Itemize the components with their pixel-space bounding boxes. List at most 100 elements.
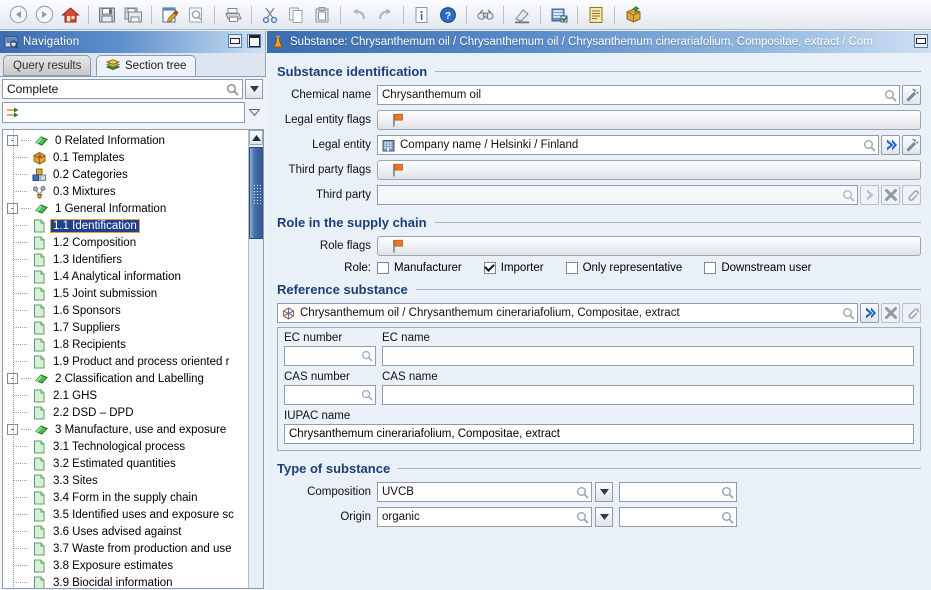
origin-dropdown-button[interactable]: [595, 507, 613, 527]
tree-item[interactable]: 0.3 Mixtures: [3, 183, 250, 200]
search-icon[interactable]: [884, 89, 897, 102]
tree-search-expand-button[interactable]: [245, 102, 263, 123]
legal-entity-flags-field[interactable]: [377, 110, 921, 130]
tree-item[interactable]: 3.4 Form in the supply chain: [3, 489, 250, 506]
search-icon[interactable]: [361, 350, 373, 362]
checkbox-manufacturer[interactable]: Manufacturer: [377, 262, 462, 274]
tree-item[interactable]: 3.9 Biocidal information: [3, 574, 250, 588]
tree-item[interactable]: 3.1 Technological process: [3, 438, 250, 455]
database-icon[interactable]: [546, 3, 572, 27]
legal-entity-input[interactable]: Company name / Helsinki / Finland: [377, 135, 879, 155]
flag-icon[interactable]: [392, 239, 405, 253]
tree-item[interactable]: 1.2 Composition: [3, 234, 250, 251]
tree-item[interactable]: 1.8 Recipients: [3, 336, 250, 353]
tree-item[interactable]: 1.7 Suppliers: [3, 319, 250, 336]
flag-icon[interactable]: [392, 163, 405, 177]
section-tree[interactable]: -0 Related Information 0.1 Templates 0.2 C…: [3, 130, 250, 588]
tree-item[interactable]: 1.4 Analytical information: [3, 268, 250, 285]
origin-secondary-input[interactable]: [619, 507, 737, 527]
tree-item[interactable]: 2.1 GHS: [3, 387, 250, 404]
save-icon[interactable]: [94, 3, 120, 27]
ink-icon[interactable]: [509, 3, 535, 27]
tree-item[interactable]: -2 Classification and Labelling: [3, 370, 250, 387]
cas-number-input[interactable]: [284, 385, 376, 405]
tree-item[interactable]: 3.6 Uses advised against: [3, 523, 250, 540]
search-icon[interactable]: [361, 389, 373, 401]
checkbox-only-representative-box[interactable]: [565, 262, 578, 274]
third-party-open-button[interactable]: [860, 185, 879, 205]
checkbox-downstream-user[interactable]: Downstream user: [704, 262, 811, 274]
composition-secondary-input[interactable]: [619, 482, 737, 502]
report-icon[interactable]: [583, 3, 609, 27]
checkbox-importer[interactable]: Importer: [483, 262, 544, 274]
minimize-button[interactable]: [228, 34, 242, 48]
tree-item[interactable]: 0.1 Templates: [3, 149, 250, 166]
tree-item[interactable]: 3.5 Identified uses and exposure sc: [3, 506, 250, 523]
third-party-delete-button[interactable]: [881, 185, 900, 205]
chemical-name-input[interactable]: Chrysanthemum oil: [377, 85, 900, 105]
info-icon[interactable]: [409, 3, 435, 27]
paste-icon[interactable]: [309, 3, 335, 27]
tree-item[interactable]: 1.9 Product and process oriented r: [3, 353, 250, 370]
composition-input[interactable]: UVCB: [377, 482, 592, 502]
tree-scrollbar[interactable]: [248, 130, 263, 588]
tree-item[interactable]: 3.8 Exposure estimates: [3, 557, 250, 574]
checkbox-importer-box[interactable]: [483, 262, 496, 274]
edit-icon[interactable]: [157, 3, 183, 27]
tree-item[interactable]: 1.6 Sponsors: [3, 302, 250, 319]
role-flags-field[interactable]: [377, 236, 921, 256]
iupac-name-input[interactable]: Chrysanthemum cinerariafolium, Composita…: [284, 424, 914, 444]
reference-substance-attach-button[interactable]: [902, 303, 921, 323]
forward-icon[interactable]: [31, 3, 57, 27]
tree-item[interactable]: 1.5 Joint submission: [3, 285, 250, 302]
undo-icon[interactable]: [346, 3, 372, 27]
scrollbar-thumb[interactable]: [249, 147, 263, 239]
preview-icon[interactable]: [183, 3, 209, 27]
back-icon[interactable]: [5, 3, 31, 27]
chemical-name-wizard-button[interactable]: [902, 85, 921, 105]
tree-item[interactable]: 3.3 Sites: [3, 472, 250, 489]
cas-name-input[interactable]: [382, 385, 914, 405]
tab-section-tree[interactable]: Section tree: [96, 55, 197, 76]
search-icon[interactable]: [842, 307, 855, 320]
help-icon[interactable]: ?: [435, 3, 461, 27]
third-party-flags-field[interactable]: [377, 160, 921, 180]
third-party-input[interactable]: [377, 185, 858, 205]
search-icon[interactable]: [721, 511, 734, 524]
tree-search-input[interactable]: [2, 102, 245, 123]
search-icon[interactable]: [576, 511, 589, 524]
tab-query-results[interactable]: Query results: [3, 55, 92, 76]
ec-name-input[interactable]: [382, 346, 914, 366]
search-icon[interactable]: [721, 486, 734, 499]
copy-icon[interactable]: [283, 3, 309, 27]
tree-item[interactable]: 3.7 Waste from production and use: [3, 540, 250, 557]
tree-item[interactable]: 2.2 DSD – DPD: [3, 404, 250, 421]
search-icon[interactable]: [226, 83, 239, 96]
scroll-up-button[interactable]: [249, 130, 263, 145]
tree-item[interactable]: 0.2 Categories: [3, 166, 250, 183]
binoculars-icon[interactable]: [472, 3, 498, 27]
flag-icon[interactable]: [392, 113, 405, 127]
reference-substance-open-button[interactable]: [860, 303, 879, 323]
tree-item[interactable]: -3 Manufacture, use and exposure: [3, 421, 250, 438]
ec-number-input[interactable]: [284, 346, 376, 366]
checkbox-downstream-user-box[interactable]: [704, 262, 717, 274]
maximize-button[interactable]: [247, 34, 261, 48]
checkbox-manufacturer-box[interactable]: [377, 262, 389, 274]
reference-substance-delete-button[interactable]: [881, 303, 900, 323]
substance-minimize-button[interactable]: [914, 34, 928, 48]
third-party-attach-button[interactable]: [902, 185, 921, 205]
tree-item[interactable]: 3.2 Estimated quantities: [3, 455, 250, 472]
home-icon[interactable]: [57, 3, 83, 27]
filter-input[interactable]: Complete: [2, 79, 243, 99]
print-icon[interactable]: [220, 3, 246, 27]
cut-icon[interactable]: [257, 3, 283, 27]
search-icon[interactable]: [842, 189, 855, 202]
tree-item[interactable]: -1 General Information: [3, 200, 250, 217]
checkbox-only-representative[interactable]: Only representative: [565, 262, 682, 274]
tree-item[interactable]: -0 Related Information: [3, 132, 250, 149]
composition-dropdown-button[interactable]: [595, 482, 613, 502]
filter-dropdown-button[interactable]: [245, 79, 263, 99]
reference-substance-input[interactable]: Chrysanthemum oil / Chrysanthemum cinera…: [277, 303, 858, 323]
origin-input[interactable]: organic: [377, 507, 592, 527]
